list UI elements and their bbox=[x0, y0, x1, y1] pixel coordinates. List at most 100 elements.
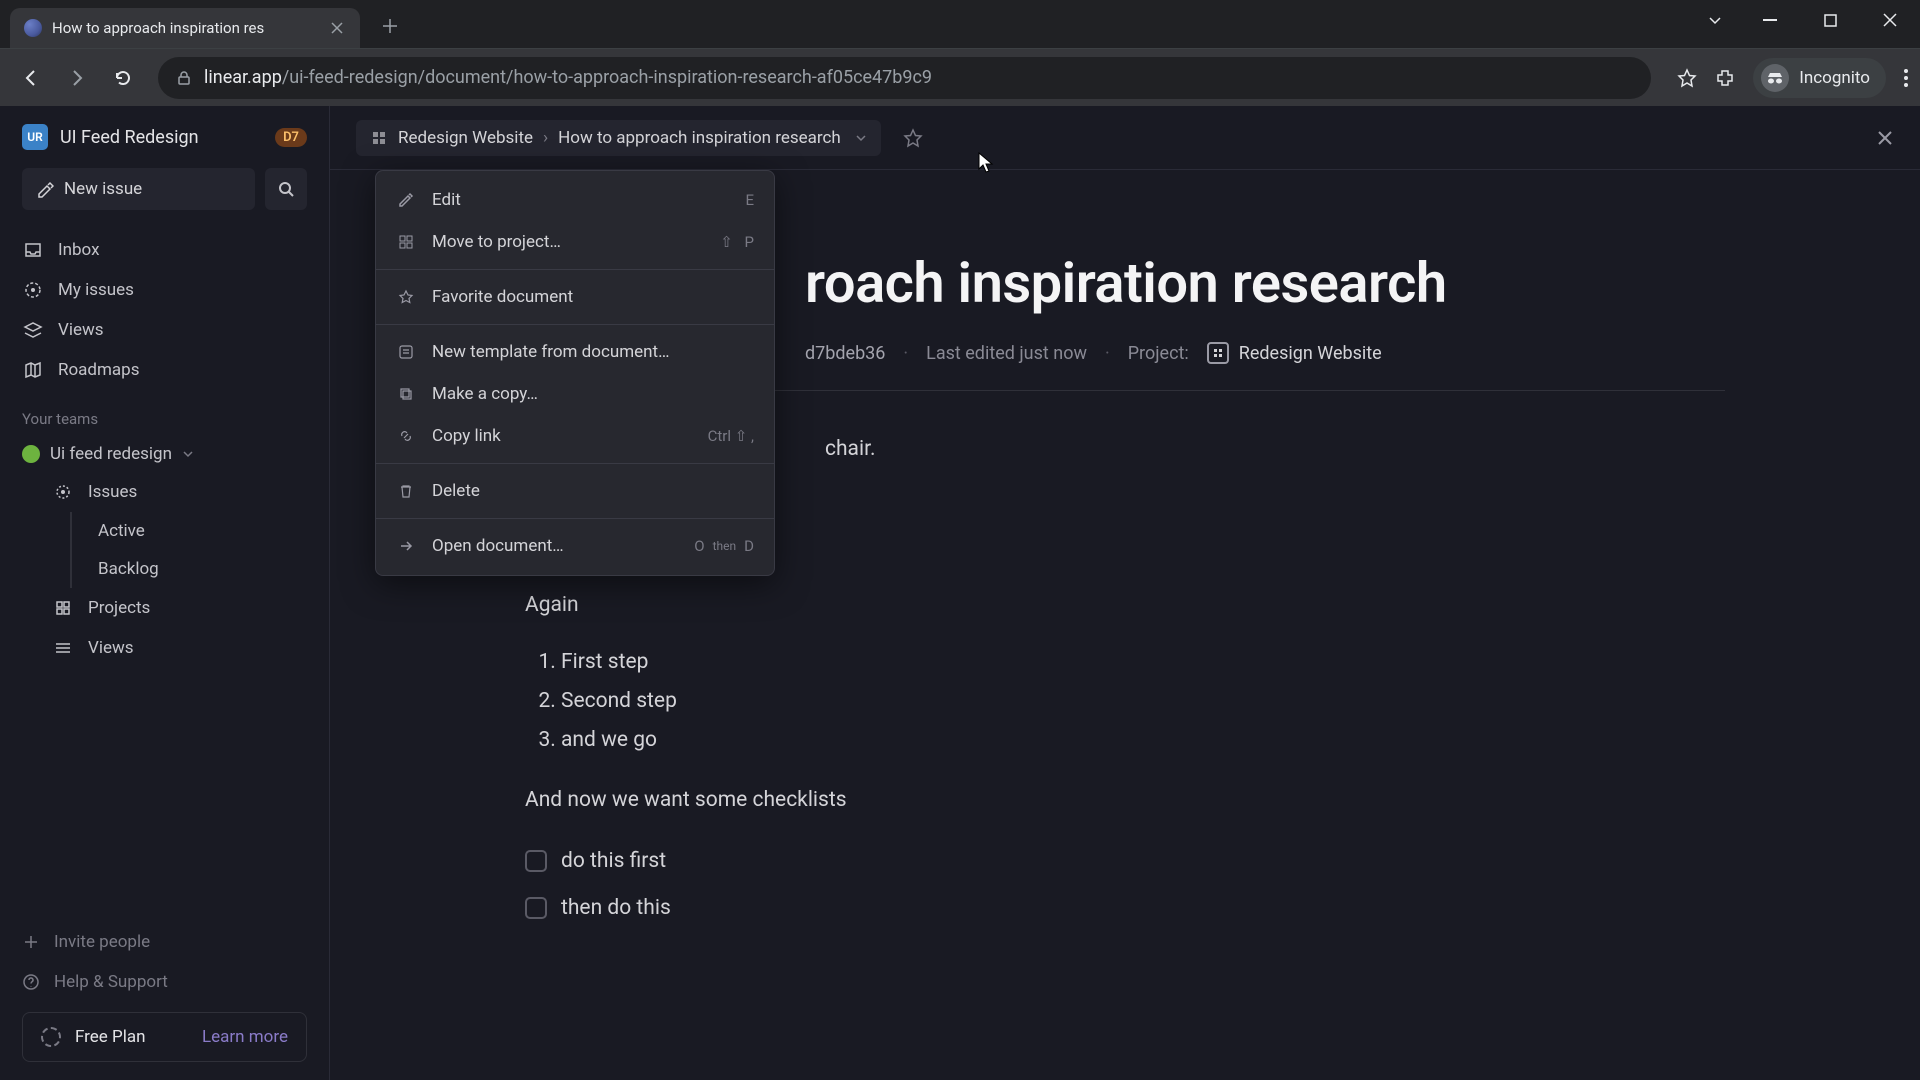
incognito-label: Incognito bbox=[1799, 68, 1870, 88]
extensions-icon[interactable] bbox=[1715, 68, 1735, 88]
nav-inbox[interactable]: Inbox bbox=[0, 230, 329, 270]
meta-separator: · bbox=[903, 343, 908, 364]
link-icon bbox=[396, 426, 416, 446]
menu-shortcut: E bbox=[745, 191, 754, 209]
nav-my-issues[interactable]: My issues bbox=[0, 270, 329, 310]
target-icon bbox=[22, 279, 44, 301]
document-actions-dropdown: Edit E Move to project… ⇧ P Favorite doc… bbox=[375, 170, 775, 576]
menu-label: Move to project… bbox=[432, 232, 704, 252]
help-label: Help & Support bbox=[54, 972, 168, 992]
issues-icon bbox=[52, 481, 74, 503]
incognito-icon bbox=[1761, 64, 1789, 92]
team-row[interactable]: Ui feed redesign bbox=[0, 436, 329, 472]
arrow-right-icon bbox=[396, 536, 416, 556]
tabs-dropdown-icon[interactable] bbox=[1690, 0, 1740, 40]
help-support[interactable]: Help & Support bbox=[22, 962, 307, 1002]
menu-edit[interactable]: Edit E bbox=[376, 179, 774, 221]
menu-open[interactable]: Open document… OthenD bbox=[376, 525, 774, 567]
list-item[interactable]: Second step bbox=[561, 683, 1725, 720]
bookmark-star-icon[interactable] bbox=[1677, 68, 1697, 88]
address-bar[interactable]: linear.app/ui-feed-redesign/document/how… bbox=[158, 57, 1651, 99]
maximize-button[interactable] bbox=[1800, 0, 1860, 40]
grid-icon bbox=[396, 232, 416, 252]
menu-separator bbox=[376, 324, 774, 325]
menu-shortcut: Ctrl ⇧ , bbox=[708, 427, 754, 445]
checklist-item[interactable]: then do this bbox=[525, 886, 1725, 931]
nav-views[interactable]: Views bbox=[0, 310, 329, 350]
menu-shortcut: ⇧ P bbox=[720, 233, 754, 251]
menu-delete[interactable]: Delete bbox=[376, 470, 774, 512]
doc-hash: d7bdeb36 bbox=[805, 343, 885, 364]
team-backlog[interactable]: Backlog bbox=[70, 550, 329, 588]
team-issues[interactable]: Issues bbox=[0, 472, 329, 512]
nav-roadmaps[interactable]: Roadmaps bbox=[0, 350, 329, 390]
team-projects[interactable]: Projects bbox=[0, 588, 329, 628]
menu-shortcut: OthenD bbox=[694, 537, 754, 555]
team-views[interactable]: Views bbox=[0, 628, 329, 668]
body-paragraph[interactable]: And now we want some checklists bbox=[525, 782, 1725, 819]
teams-section-label: Your teams bbox=[0, 390, 329, 436]
invite-people[interactable]: Invite people bbox=[22, 922, 307, 962]
chevron-down-icon bbox=[182, 448, 194, 460]
close-panel-icon[interactable] bbox=[1876, 129, 1894, 147]
menu-label: Favorite document bbox=[432, 287, 754, 307]
browser-tab[interactable]: How to approach inspiration res bbox=[10, 8, 360, 48]
linear-favicon bbox=[24, 19, 42, 37]
plan-badge: D7 bbox=[275, 128, 307, 147]
checkbox[interactable] bbox=[525, 897, 547, 919]
workspace-switcher[interactable]: UR UI Feed Redesign D7 bbox=[0, 124, 329, 168]
team-name: Ui feed redesign bbox=[50, 444, 172, 464]
body-paragraph[interactable]: Again bbox=[525, 587, 1725, 624]
chevron-down-icon[interactable] bbox=[855, 132, 867, 144]
nav-roadmaps-label: Roadmaps bbox=[58, 360, 139, 380]
copy-icon bbox=[396, 384, 416, 404]
checklist-item[interactable]: do this first bbox=[525, 839, 1725, 884]
kebab-menu-icon[interactable] bbox=[1904, 69, 1908, 87]
trash-icon bbox=[396, 481, 416, 501]
nav-my-issues-label: My issues bbox=[58, 280, 134, 300]
reload-button[interactable] bbox=[104, 59, 142, 97]
inbox-icon bbox=[22, 239, 44, 261]
lock-icon bbox=[176, 70, 192, 86]
sidebar: UR UI Feed Redesign D7 New issue Inbox M… bbox=[0, 106, 330, 1080]
forward-button[interactable] bbox=[58, 59, 96, 97]
menu-label: Make a copy… bbox=[432, 384, 754, 404]
workspace-avatar: UR bbox=[22, 124, 48, 150]
tab-title: How to approach inspiration res bbox=[52, 19, 318, 37]
menu-template[interactable]: New template from document… bbox=[376, 331, 774, 373]
back-button[interactable] bbox=[12, 59, 50, 97]
close-window-button[interactable] bbox=[1860, 0, 1920, 40]
checkbox[interactable] bbox=[525, 850, 547, 872]
menu-label: New template from document… bbox=[432, 342, 754, 362]
template-icon bbox=[396, 342, 416, 362]
new-issue-button[interactable]: New issue bbox=[22, 168, 255, 210]
team-color-dot bbox=[22, 445, 40, 463]
menu-move[interactable]: Move to project… ⇧ P bbox=[376, 221, 774, 263]
list-item[interactable]: First step bbox=[561, 644, 1725, 681]
favorite-star-icon[interactable] bbox=[903, 128, 923, 148]
new-tab-button[interactable] bbox=[372, 8, 408, 44]
workspace-name: UI Feed Redesign bbox=[60, 127, 263, 148]
menu-copy-link[interactable]: Copy link Ctrl ⇧ , bbox=[376, 415, 774, 457]
url-text: linear.app/ui-feed-redesign/document/how… bbox=[204, 67, 932, 88]
checklist: do this first then do this bbox=[525, 839, 1725, 931]
incognito-badge[interactable]: Incognito bbox=[1753, 58, 1886, 98]
list-item[interactable]: and we go bbox=[561, 722, 1725, 759]
menu-copy[interactable]: Make a copy… bbox=[376, 373, 774, 415]
projects-icon bbox=[52, 597, 74, 619]
project-chip[interactable]: Redesign Website bbox=[1207, 342, 1382, 364]
meta-separator: · bbox=[1105, 343, 1110, 364]
team-projects-label: Projects bbox=[88, 598, 150, 618]
team-active[interactable]: Active bbox=[70, 512, 329, 550]
numbered-list: First step Second step and we go bbox=[561, 644, 1725, 758]
tab-close-icon[interactable] bbox=[328, 19, 346, 37]
crumb-document: How to approach inspiration research bbox=[558, 128, 841, 148]
sidebar-bottom: Invite people Help & Support Free Plan L… bbox=[0, 922, 329, 1062]
search-button[interactable] bbox=[265, 168, 307, 210]
learn-more-link[interactable]: Learn more bbox=[202, 1027, 288, 1047]
menu-label: Delete bbox=[432, 481, 754, 501]
breadcrumb-chip[interactable]: Redesign Website › How to approach inspi… bbox=[356, 120, 881, 156]
address-row: linear.app/ui-feed-redesign/document/how… bbox=[0, 48, 1920, 106]
menu-favorite[interactable]: Favorite document bbox=[376, 276, 774, 318]
minimize-button[interactable] bbox=[1740, 0, 1800, 40]
